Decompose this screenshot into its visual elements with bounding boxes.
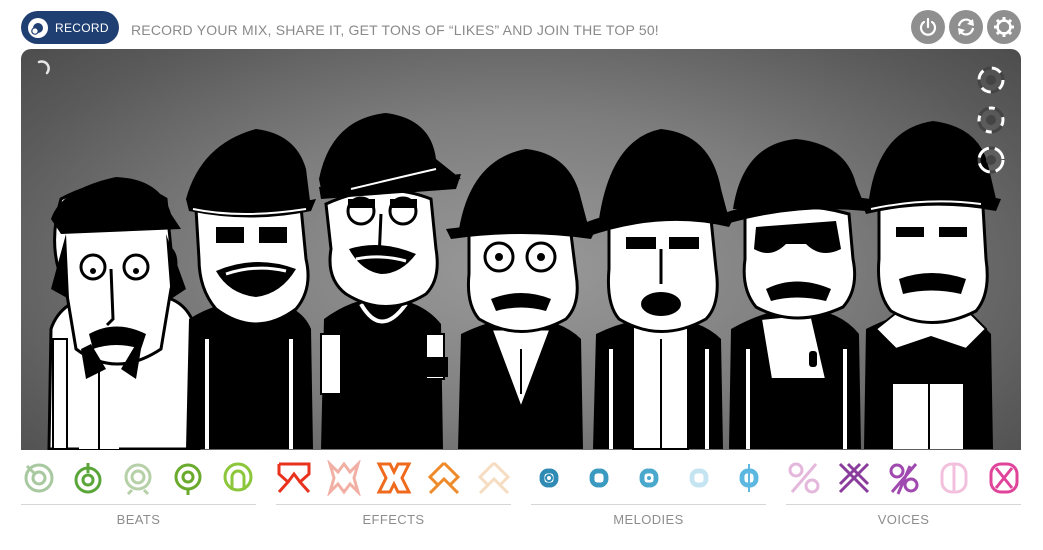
refresh-icon <box>957 18 975 36</box>
mute-icon[interactable] <box>977 66 1005 94</box>
effect-icon-4[interactable] <box>426 460 462 496</box>
top-bar: RECORD RECORD YOUR MIX, SHARE IT, GET TO… <box>0 0 1043 50</box>
melody-icon-2[interactable] <box>581 460 617 496</box>
melodies-label: MELODIES <box>613 512 684 527</box>
voice-icon-2[interactable] <box>836 460 872 496</box>
beat-icon-4[interactable] <box>170 460 206 496</box>
palette-effects: EFFECTS <box>276 458 511 548</box>
tagline: RECORD YOUR MIX, SHARE IT, GET TONS OF “… <box>131 22 659 38</box>
beats-divider <box>21 504 256 505</box>
effect-icon-3[interactable] <box>376 460 412 496</box>
palette-melodies: MELODIES <box>531 458 766 548</box>
effect-icon-2[interactable] <box>326 460 362 496</box>
character-6[interactable] <box>721 139 871 449</box>
voice-icon-5[interactable] <box>986 460 1022 496</box>
effects-label: EFFECTS <box>362 512 425 527</box>
beat-icon-2[interactable] <box>70 460 106 496</box>
melody-icon-1[interactable] <box>531 460 567 496</box>
record-button[interactable]: RECORD <box>21 11 119 44</box>
characters <box>47 113 1001 450</box>
settings-icon <box>994 17 1014 37</box>
beat-icon-5[interactable] <box>220 460 256 496</box>
melody-icon-3[interactable] <box>631 460 667 496</box>
refresh-button[interactable] <box>949 10 983 44</box>
character-1[interactable] <box>47 177 201 450</box>
effect-icon-1[interactable] <box>276 460 312 496</box>
voices-divider <box>786 504 1021 505</box>
melodies-divider <box>531 504 766 505</box>
power-button[interactable] <box>911 10 945 44</box>
record-label: RECORD <box>55 20 109 35</box>
character-2[interactable] <box>186 129 316 449</box>
palette-voices: VOICES <box>786 458 1021 548</box>
palette-beats: BEATS <box>21 458 256 548</box>
stage <box>21 49 1021 450</box>
random-icon[interactable] <box>977 146 1005 174</box>
melody-icon-5[interactable] <box>731 460 767 496</box>
character-5[interactable] <box>581 129 736 450</box>
record-icon <box>28 17 48 38</box>
power-icon <box>919 17 937 36</box>
effect-icon-5[interactable] <box>476 460 512 496</box>
effects-divider <box>276 504 511 505</box>
settings-button[interactable] <box>987 10 1021 44</box>
character-3[interactable] <box>319 113 461 449</box>
voice-icon-3[interactable] <box>886 460 922 496</box>
beat-icon-1[interactable] <box>21 460 57 496</box>
voices-label: VOICES <box>877 512 930 527</box>
voice-icon-4[interactable] <box>936 460 972 496</box>
solo-icon[interactable] <box>977 106 1005 134</box>
melody-icon-4[interactable] <box>681 460 717 496</box>
beat-icon-3[interactable] <box>120 460 156 496</box>
beats-label: BEATS <box>116 512 161 527</box>
voice-icon-1[interactable] <box>786 460 822 496</box>
character-4[interactable] <box>446 149 596 449</box>
